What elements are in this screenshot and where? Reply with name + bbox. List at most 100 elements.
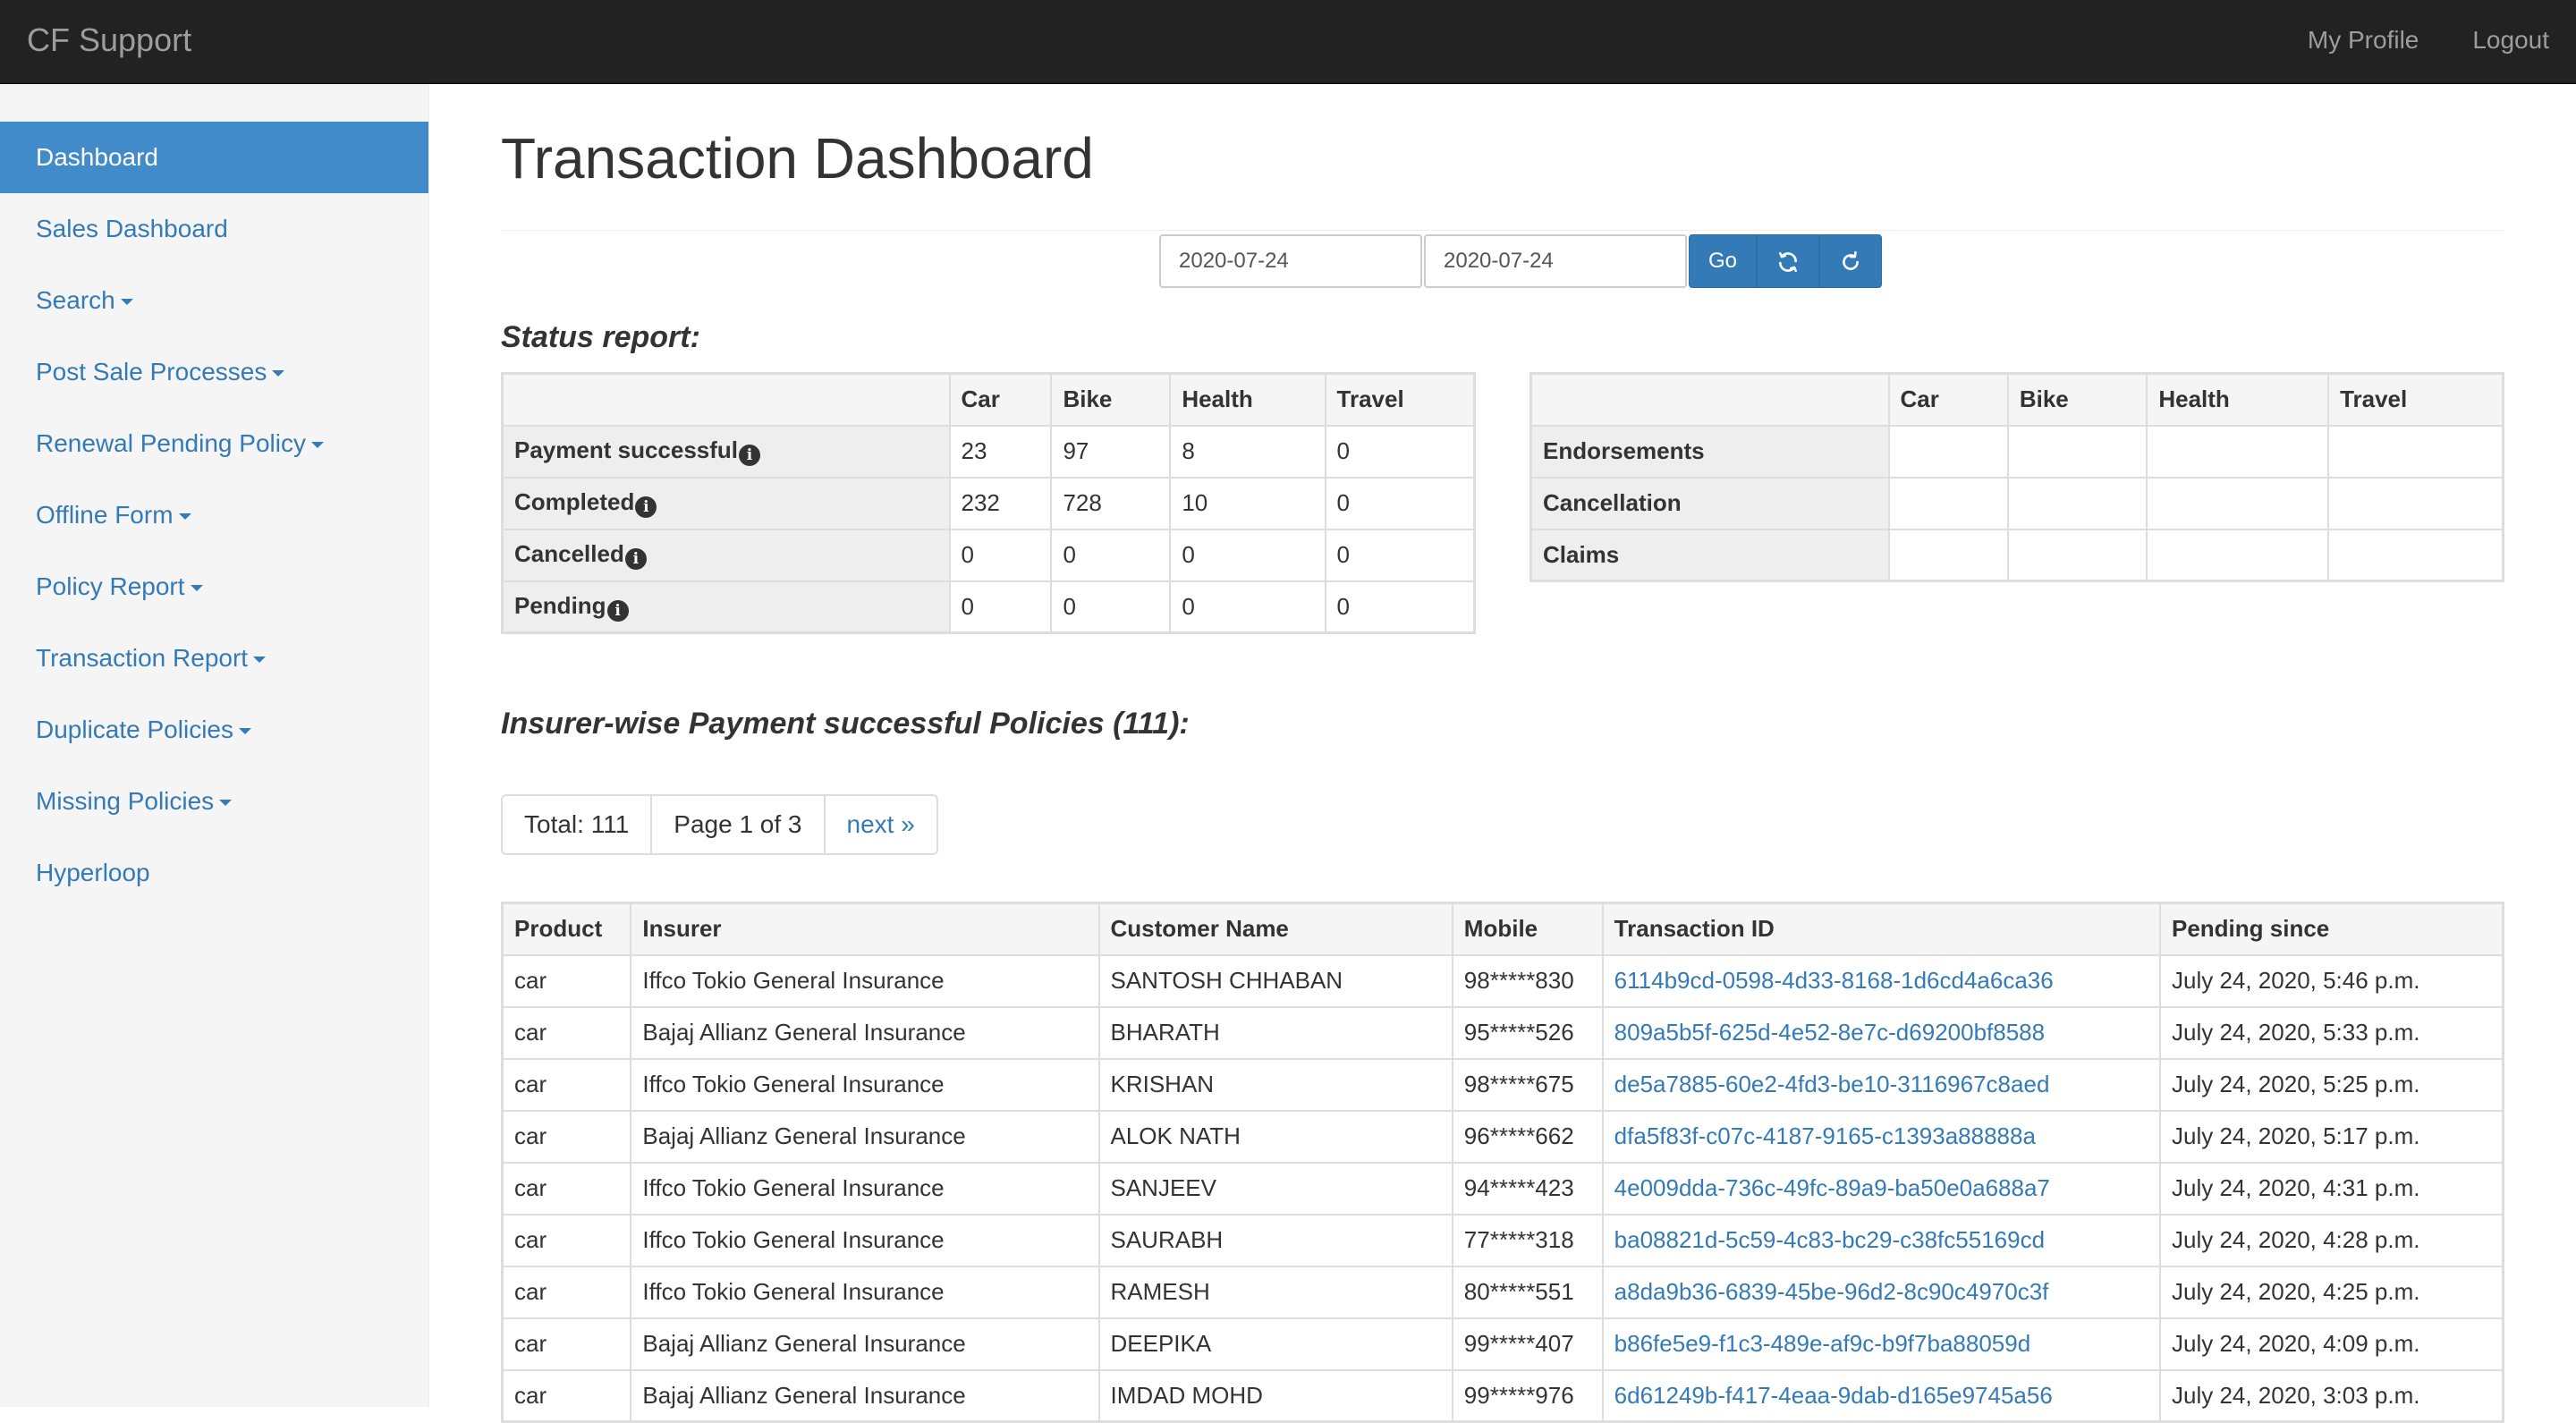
value-cell xyxy=(2327,476,2504,530)
customer-name-cell: DEEPIKA xyxy=(1097,1317,1453,1371)
table-row: car Bajaj Allianz General Insurance BHARAT… xyxy=(501,1005,2504,1060)
sidebar-item-transaction-report[interactable]: Transaction Report xyxy=(0,623,428,694)
table-header-row: Product Insurer Customer Name Mobile Transac… xyxy=(501,902,2504,956)
sidebar-item-sales-dashboard[interactable]: Sales Dashboard xyxy=(0,193,428,265)
transaction-id-link[interactable]: a8da9b36-6839-45be-96d2-8c90c4970c3f xyxy=(1601,1265,2161,1319)
row-label: Pending xyxy=(514,591,606,619)
sidebar-item-label: Sales Dashboard xyxy=(36,215,228,242)
sidebar-item-dashboard[interactable]: Dashboard xyxy=(0,122,428,193)
mobile-cell: 94*****423 xyxy=(1451,1161,1604,1215)
sidebar-item-missing-policies[interactable]: Missing Policies xyxy=(0,766,428,837)
info-icon[interactable]: i xyxy=(624,548,647,570)
customer-name-cell: ALOK NATH xyxy=(1097,1109,1453,1164)
go-button[interactable]: Go xyxy=(1689,234,1757,288)
product-cell: car xyxy=(501,1213,632,1267)
sidebar-item-label: Transaction Report xyxy=(36,644,249,672)
brand-link[interactable]: CF Support xyxy=(27,0,191,84)
pagination: Total: 111 Page 1 of 3 next » xyxy=(501,794,938,855)
value-cell xyxy=(1887,528,2009,582)
row-label: Endorsements xyxy=(1543,437,1705,464)
refresh-icon xyxy=(1843,250,1859,270)
date-filter: Go xyxy=(1159,234,1882,288)
value-cell: 0 xyxy=(1169,528,1326,582)
mobile-cell: 80*****551 xyxy=(1451,1265,1604,1319)
mobile-cell: 77*****318 xyxy=(1451,1213,1604,1267)
sidebar-item-offline-form[interactable]: Offline Form xyxy=(0,479,428,551)
row-label-cell: Completed i xyxy=(501,476,951,530)
transaction-id-link[interactable]: 6114b9cd-0598-4d33-8168-1d6cd4a6ca36 xyxy=(1601,953,2161,1008)
refresh-button[interactable] xyxy=(1819,234,1882,288)
sidebar-item-label: Offline Form xyxy=(36,501,174,529)
pending-since-cell: July 24, 2020, 5:17 p.m. xyxy=(2158,1109,2504,1164)
logout-link[interactable]: Logout xyxy=(2445,0,2576,84)
info-icon[interactable]: i xyxy=(635,496,657,518)
table-row: Claims xyxy=(1530,528,2504,582)
insurer-cell: Iffco Tokio General Insurance xyxy=(630,953,1100,1008)
transaction-id-link[interactable]: 6d61249b-f417-4eaa-9dab-d165e9745a56 xyxy=(1601,1368,2161,1423)
status-report-title: Status report: xyxy=(501,320,700,354)
transaction-id-link[interactable]: 809a5b5f-625d-4e52-8e7c-d69200bf8588 xyxy=(1601,1005,2161,1060)
column-header: Bike xyxy=(2006,372,2148,427)
info-icon[interactable]: i xyxy=(606,599,629,622)
value-cell: 0 xyxy=(948,528,1053,582)
mobile-cell: 98*****830 xyxy=(1451,953,1604,1008)
value-cell: 0 xyxy=(1169,580,1326,634)
product-cell: car xyxy=(501,1265,632,1319)
pending-since-cell: July 24, 2020, 5:46 p.m. xyxy=(2158,953,2504,1008)
column-header: Car xyxy=(948,372,1053,427)
caret-down-icon xyxy=(272,370,285,377)
caret-down-icon xyxy=(178,513,191,521)
transaction-id-link[interactable]: 4e009dda-736c-49fc-89a9-ba50e0a688a7 xyxy=(1601,1161,2161,1215)
mobile-cell: 99*****976 xyxy=(1451,1368,1604,1423)
sidebar-item-renewal-pending-policy[interactable]: Renewal Pending Policy xyxy=(0,408,428,479)
table-row: Endorsements xyxy=(1530,424,2504,479)
pager-next-link[interactable]: next » xyxy=(826,796,936,853)
insurer-cell: Iffco Tokio General Insurance xyxy=(630,1265,1100,1319)
to-date-input[interactable] xyxy=(1424,234,1687,288)
product-cell: car xyxy=(501,1057,632,1112)
column-header: Health xyxy=(2146,372,2330,427)
sync-button[interactable] xyxy=(1757,234,1819,288)
pager-total: Total: 111 xyxy=(503,796,653,853)
value-cell xyxy=(2006,476,2148,530)
pending-since-cell: July 24, 2020, 3:03 p.m. xyxy=(2158,1368,2504,1423)
caret-down-icon xyxy=(120,299,133,306)
sidebar-item-search[interactable]: Search xyxy=(0,265,428,336)
table-row: Payment successful i 23 97 8 0 xyxy=(501,424,1476,479)
table-row: Pending i 0 0 0 0 xyxy=(501,580,1476,634)
transaction-id-link[interactable]: de5a7885-60e2-4fd3-be10-3116967c8aed xyxy=(1601,1057,2161,1112)
column-header: Travel xyxy=(2327,372,2504,427)
sidebar-item-policy-report[interactable]: Policy Report xyxy=(0,551,428,623)
customer-name-cell: SAURABH xyxy=(1097,1213,1453,1267)
sidebar-item-label: Hyperloop xyxy=(36,859,150,886)
product-cell: car xyxy=(501,1109,632,1164)
column-header: Pending since xyxy=(2158,902,2504,956)
sidebar: Dashboard Sales Dashboard Search Post Sale … xyxy=(0,84,429,1407)
row-label-cell: Endorsements xyxy=(1530,424,1890,479)
transaction-id-link[interactable]: ba08821d-5c59-4c83-bc29-c38fc55169cd xyxy=(1601,1213,2161,1267)
product-cell: car xyxy=(501,1005,632,1060)
info-icon[interactable]: i xyxy=(739,445,761,466)
sidebar-item-label: Dashboard xyxy=(36,143,158,171)
my-profile-link[interactable]: My Profile xyxy=(2281,0,2445,84)
value-cell xyxy=(2146,424,2330,479)
transaction-id-link[interactable]: dfa5f83f-c07c-4187-9165-c1393a88888a xyxy=(1601,1109,2161,1164)
value-cell xyxy=(2006,424,2148,479)
from-date-input[interactable] xyxy=(1159,234,1422,288)
table-row: car Iffco Tokio General Insurance SANTOSH … xyxy=(501,953,2504,1008)
value-cell: 23 xyxy=(948,424,1053,479)
product-cell: car xyxy=(501,1161,632,1215)
sidebar-item-post-sale-processes[interactable]: Post Sale Processes xyxy=(0,336,428,408)
insurer-cell: Iffco Tokio General Insurance xyxy=(630,1057,1100,1112)
pager-page: Page 1 of 3 xyxy=(652,796,826,853)
sidebar-item-hyperloop[interactable]: Hyperloop xyxy=(0,837,428,909)
transaction-id-link[interactable]: b86fe5e9-f1c3-489e-af9c-b9f7ba88059d xyxy=(1601,1317,2161,1371)
table-row: car Iffco Tokio General Insurance SAURABH 7… xyxy=(501,1213,2504,1267)
sidebar-item-duplicate-policies[interactable]: Duplicate Policies xyxy=(0,694,428,766)
pending-since-cell: July 24, 2020, 4:28 p.m. xyxy=(2158,1213,2504,1267)
pending-since-cell: July 24, 2020, 4:25 p.m. xyxy=(2158,1265,2504,1319)
column-header: Mobile xyxy=(1451,902,1604,956)
customer-name-cell: SANTOSH CHHABAN xyxy=(1097,953,1453,1008)
pending-since-cell: July 24, 2020, 4:31 p.m. xyxy=(2158,1161,2504,1215)
table-row: car Bajaj Allianz General Insurance IMDAD … xyxy=(501,1368,2504,1423)
